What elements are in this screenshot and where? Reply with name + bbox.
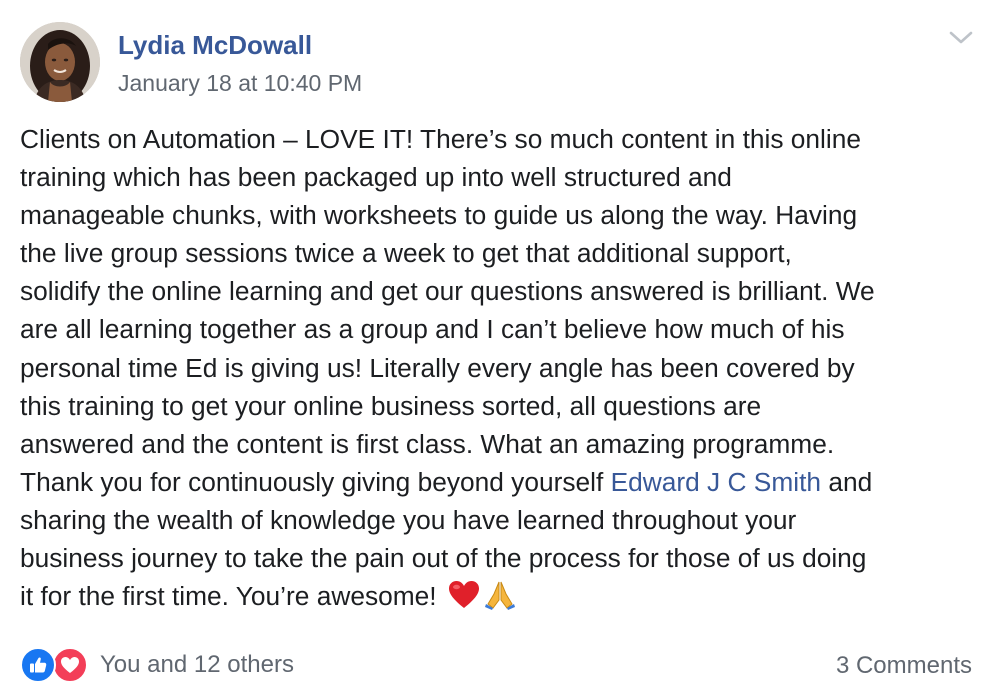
mention-prefix: Thank you for continuously giving beyond… [20, 466, 611, 497]
avatar-photo [20, 22, 100, 102]
mention-suffix: and [821, 466, 873, 497]
mention-link[interactable]: Edward J C Smith [611, 467, 821, 497]
post-body-line: solidify the online learning and get our… [20, 276, 875, 307]
heart-emoji [448, 580, 480, 610]
reactions-count-text[interactable]: You and 12 others [100, 651, 294, 679]
post-body-line: personal time Ed is giving us! Literally… [20, 352, 855, 383]
chevron-down-icon[interactable] [948, 26, 974, 48]
reactions-summary[interactable]: You and 12 others [20, 645, 294, 685]
post-body-line: this training to get your online busines… [20, 390, 762, 421]
post-body-line: business journey to take the pain out of… [20, 543, 867, 574]
post-body: Clients on Automation – LOVE IT! There’s… [20, 120, 980, 615]
post-body-line: training which has been packaged up into… [20, 162, 732, 193]
author-name[interactable]: Lydia McDowall [118, 28, 312, 62]
post-body-line: Clients on Automation – LOVE IT! There’s… [20, 124, 861, 154]
post-body-line: sharing the wealth of knowledge you have… [20, 504, 797, 535]
love-icon [52, 647, 88, 683]
post-timestamp[interactable]: January 18 at 10:40 PM [118, 68, 362, 98]
last-line-text: it for the first time. You’re awesome! [20, 581, 444, 612]
post-body-line: answered and the content is first class.… [20, 428, 835, 459]
post-body-last-line: it for the first time. You’re awesome! [20, 577, 980, 615]
like-icon [20, 647, 56, 683]
post-body-mention-line: Thank you for continuously giving beyond… [20, 463, 980, 501]
post-body-line: manageable chunks, with worksheets to gu… [20, 200, 858, 231]
post-body-line: the live group sessions twice a week to … [20, 238, 792, 269]
author-avatar[interactable] [20, 22, 100, 102]
post-body-line: are all learning together as a group and… [20, 314, 845, 345]
comments-count-link[interactable]: 3 Comments [836, 650, 972, 682]
folded-hands-emoji [484, 580, 516, 611]
facebook-post: Lydia McDowall January 18 at 10:40 PM Cl… [0, 0, 994, 698]
